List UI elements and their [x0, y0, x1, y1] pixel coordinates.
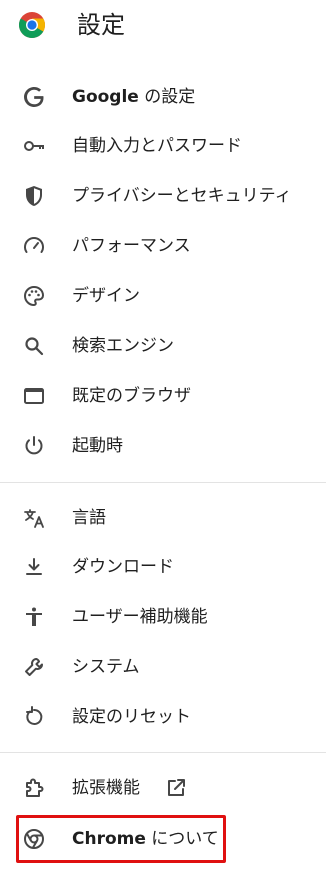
- puzzle-icon: [22, 776, 46, 800]
- palette-icon: [22, 284, 46, 308]
- sidebar-item-label: パフォーマンス: [72, 236, 191, 256]
- sidebar-item-downloads[interactable]: ダウンロード: [0, 545, 326, 589]
- sidebar-item-extensions[interactable]: 拡張機能: [0, 766, 326, 810]
- sidebar-item-default-browser[interactable]: 既定のブラウザ: [0, 374, 326, 418]
- sidebar-item-label: ダウンロード: [72, 557, 174, 577]
- settings-page: 設定 Google の設定 自動入力とパスワード プライバシーとセキュリティ パ…: [0, 0, 326, 878]
- reset-icon: [22, 705, 46, 729]
- sidebar-item-languages[interactable]: 言語: [0, 496, 326, 540]
- sidebar-item-search-engine[interactable]: 検索エンジン: [0, 324, 326, 368]
- sidebar-item-reset[interactable]: 設定のリセット: [0, 695, 326, 739]
- settings-header: 設定: [0, 0, 326, 52]
- section-divider: [0, 482, 326, 483]
- open-in-new-icon: [164, 776, 188, 800]
- download-icon: [22, 555, 46, 579]
- sidebar-item-label: ユーザー補助機能: [72, 607, 208, 627]
- sidebar-item-google[interactable]: Google の設定: [0, 75, 326, 119]
- search-icon: [22, 334, 46, 358]
- sidebar-item-label: デザイン: [72, 286, 140, 306]
- sidebar-item-label: 設定のリセット: [72, 707, 191, 727]
- sidebar-item-privacy[interactable]: プライバシーとセキュリティ: [0, 174, 326, 218]
- sidebar-item-label: 起動時: [72, 436, 123, 456]
- sidebar-item-label: 拡張機能: [72, 778, 140, 798]
- sidebar-item-label: 自動入力とパスワード: [72, 136, 242, 156]
- sidebar-item-label: Google の設定: [72, 87, 196, 107]
- google-g-icon: [22, 85, 46, 109]
- sidebar-item-autofill[interactable]: 自動入力とパスワード: [0, 124, 326, 168]
- browser-window-icon: [22, 384, 46, 408]
- highlight-box: [16, 815, 226, 863]
- page-title: 設定: [77, 11, 125, 39]
- chrome-logo-icon: [18, 11, 46, 39]
- sidebar-item-label: プライバシーとセキュリティ: [72, 186, 292, 206]
- sidebar-item-label: 既定のブラウザ: [72, 386, 191, 406]
- sidebar-item-accessibility[interactable]: ユーザー補助機能: [0, 595, 326, 639]
- wrench-icon: [22, 655, 46, 679]
- sidebar-item-startup[interactable]: 起動時: [0, 424, 326, 468]
- power-icon: [22, 434, 46, 458]
- accessibility-icon: [22, 605, 46, 629]
- sidebar-item-performance[interactable]: パフォーマンス: [0, 224, 326, 268]
- speedometer-icon: [22, 234, 46, 258]
- sidebar-item-system[interactable]: システム: [0, 645, 326, 689]
- sidebar-item-label: 言語: [72, 508, 106, 528]
- key-icon: [22, 134, 46, 158]
- sidebar-item-label: 検索エンジン: [72, 336, 174, 356]
- translate-icon: [22, 506, 46, 530]
- shield-icon: [22, 184, 46, 208]
- section-divider: [0, 752, 326, 753]
- sidebar-item-design[interactable]: デザイン: [0, 274, 326, 318]
- sidebar-item-label: システム: [72, 657, 140, 677]
